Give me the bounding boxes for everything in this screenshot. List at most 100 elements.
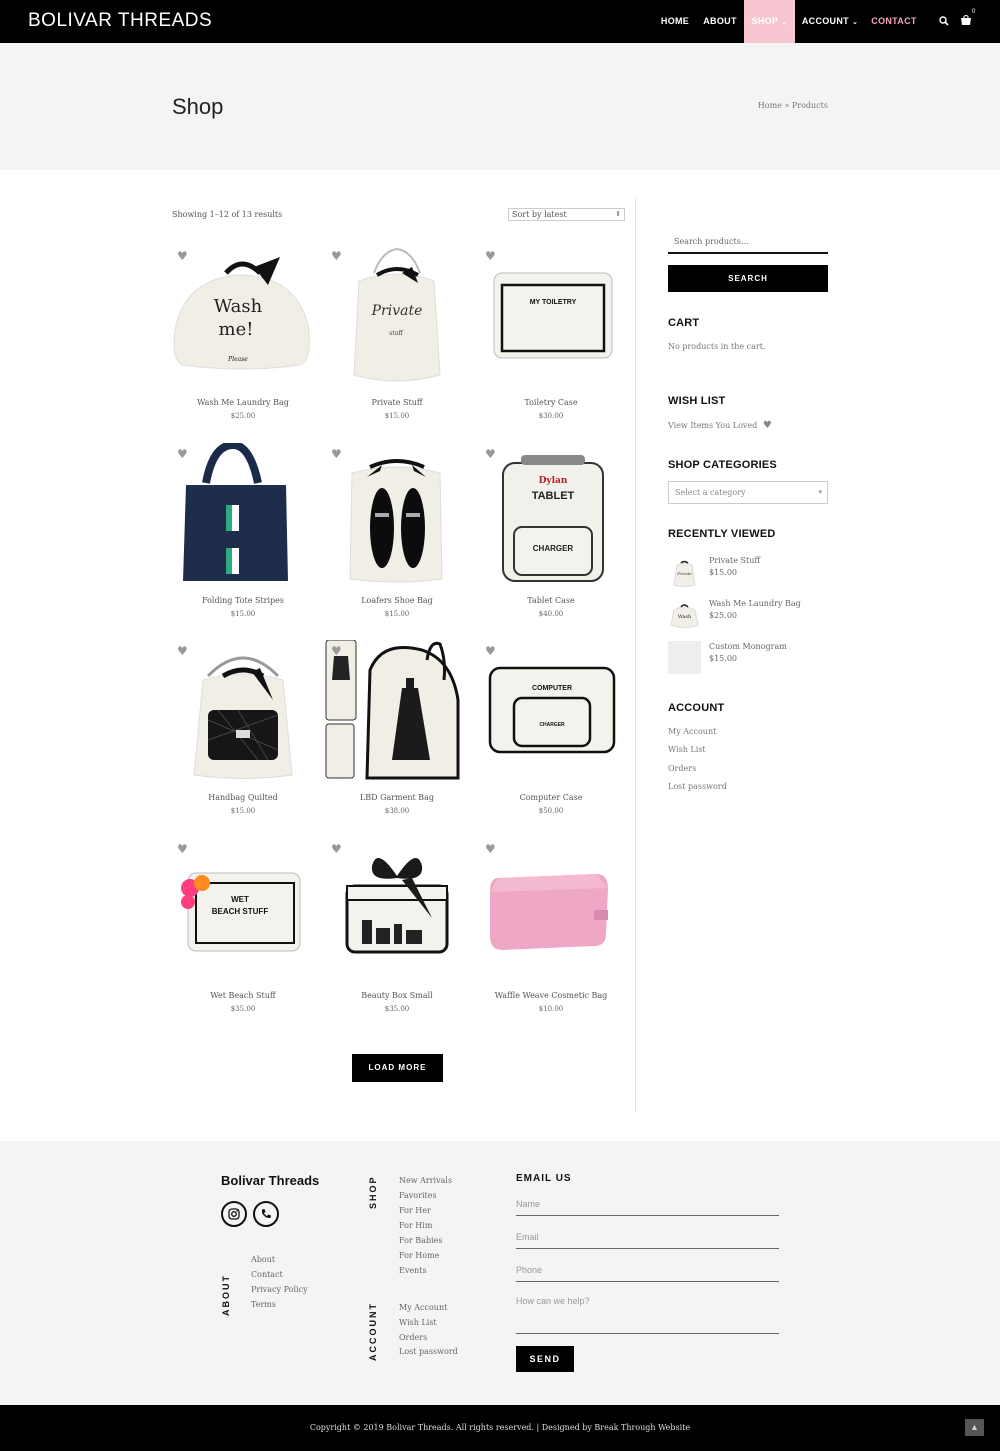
nav-about[interactable]: ABOUT <box>700 0 740 43</box>
name-field[interactable]: Name <box>516 1199 779 1216</box>
wishlist-heart-icon[interactable]: ♥ <box>485 842 496 856</box>
wishlist-heart-icon[interactable]: ♥ <box>177 644 188 658</box>
recent-thumb-private-stuff[interactable]: Private <box>668 555 701 588</box>
product-name[interactable]: LBD Garment Bag <box>322 793 472 802</box>
product-image[interactable] <box>476 838 626 983</box>
wishlist-heart-icon[interactable]: ♥ <box>177 249 188 263</box>
recent-item-name[interactable]: Custom Monogram <box>709 642 787 651</box>
product-image[interactable]: WET BEACH STUFF <box>168 838 318 983</box>
account-link-my-account[interactable]: My Account <box>668 727 716 736</box>
svg-text:Private: Private <box>371 303 423 319</box>
product-image[interactable] <box>322 640 472 785</box>
wishlist-heart-icon[interactable]: ♥ <box>485 447 496 461</box>
account-link-orders[interactable]: Orders <box>668 764 696 773</box>
instagram-icon[interactable] <box>221 1201 247 1227</box>
product-image[interactable] <box>322 443 472 588</box>
footer-link-contact[interactable]: Contact <box>251 1270 283 1279</box>
product-image[interactable]: COMPUTER CHARGER <box>476 640 626 785</box>
category-select[interactable]: Select a category <box>668 481 828 504</box>
nav-shop[interactable]: SHOP ⌄ <box>744 0 795 43</box>
recent-thumb-custom-monogram[interactable] <box>668 641 701 674</box>
footer-link-for-him[interactable]: For Him <box>399 1221 432 1230</box>
footer-link-about[interactable]: About <box>251 1255 275 1264</box>
product-image[interactable] <box>168 640 318 785</box>
recent-thumb-wash-me[interactable]: Wash <box>668 598 701 631</box>
footer-link-orders[interactable]: Orders <box>399 1333 427 1342</box>
product-image[interactable]: Washme! Please <box>168 245 318 390</box>
footer-link-wish-list[interactable]: Wish List <box>399 1318 437 1327</box>
wishlist-link[interactable]: View Items You Loved ♥ <box>668 420 772 431</box>
product-image[interactable]: MY TOILETRY <box>476 245 626 390</box>
breadcrumb[interactable]: Home » Products <box>700 101 828 110</box>
product-name[interactable]: Wash Me Laundry Bag <box>168 398 318 407</box>
wishlist-heart-icon[interactable]: ♥ <box>177 447 188 461</box>
product-name[interactable]: Folding Tote Stripes <box>168 596 318 605</box>
message-field[interactable]: How can we help? <box>516 1296 779 1334</box>
footer-link-new-arrivals[interactable]: New Arrivals <box>399 1176 452 1185</box>
site-logo[interactable]: BOLIVAR THREADS <box>28 10 212 32</box>
footer-link-for-babies[interactable]: For Babies <box>399 1236 442 1245</box>
product-price: $38.00 <box>384 807 410 815</box>
heart-icon: ♥ <box>762 420 772 431</box>
footer-link-for-home[interactable]: For Home <box>399 1251 439 1260</box>
cart-empty-text: No products in the cart. <box>668 342 766 351</box>
nav-home[interactable]: HOME <box>656 0 694 43</box>
footer-link-my-account[interactable]: My Account <box>399 1303 447 1312</box>
phone-icon[interactable] <box>253 1201 279 1227</box>
product-price: $25.00 <box>230 412 256 420</box>
product-name[interactable]: Handbag Quilted <box>168 793 318 802</box>
svg-text:WET: WET <box>231 895 249 904</box>
account-link-wish-list[interactable]: Wish List <box>668 745 706 754</box>
svg-text:Wash: Wash <box>678 614 692 620</box>
product-name[interactable]: Wet Beach Stuff <box>168 991 318 1000</box>
footer-link-privacy[interactable]: Privacy Policy <box>251 1285 308 1294</box>
footer-brand: Bolivar Threads <box>221 1173 320 1188</box>
send-button[interactable]: SEND <box>516 1346 574 1372</box>
wishlist-heart-icon[interactable]: ♥ <box>331 249 342 263</box>
wishlist-heart-icon[interactable]: ♥ <box>331 447 342 461</box>
product-image[interactable]: Private stuff <box>322 245 472 390</box>
product-name[interactable]: Computer Case <box>476 793 626 802</box>
account-link-lost-password[interactable]: Lost password <box>668 782 727 791</box>
search-icon[interactable] <box>939 16 949 26</box>
svg-text:stuff: stuff <box>389 330 403 337</box>
footer-link-terms[interactable]: Terms <box>251 1300 276 1309</box>
product-image[interactable] <box>168 443 318 588</box>
load-more-button[interactable]: LOAD MORE <box>352 1054 443 1082</box>
search-button[interactable]: SEARCH <box>668 265 828 292</box>
email-us-title: EMAIL US <box>516 1173 572 1184</box>
product-image[interactable]: Dylan TABLET CHARGER <box>476 443 626 588</box>
product-price: $30.00 <box>538 412 564 420</box>
wishlist-heart-icon[interactable]: ♥ <box>331 842 342 856</box>
product-name[interactable]: Toiletry Case <box>476 398 626 407</box>
product-name[interactable]: Tablet Case <box>476 596 626 605</box>
footer-link-for-her[interactable]: For Her <box>399 1206 431 1215</box>
wishlist-heart-icon[interactable]: ♥ <box>177 842 188 856</box>
recent-item-price: $15.00 <box>709 568 737 577</box>
cart-icon[interactable] <box>960 14 972 26</box>
footer-link-events[interactable]: Events <box>399 1266 427 1275</box>
product-name[interactable]: Beauty Box Small <box>322 991 472 1000</box>
product-search-input[interactable]: Search products… <box>668 232 828 254</box>
wishlist-heart-icon[interactable]: ♥ <box>485 249 496 263</box>
product-image[interactable] <box>322 838 472 983</box>
wishlist-heart-icon[interactable]: ♥ <box>485 644 496 658</box>
recent-item-name[interactable]: Wash Me Laundry Bag <box>709 599 801 608</box>
nav-contact[interactable]: CONTACT <box>868 0 920 43</box>
sort-select[interactable]: Sort by latest <box>508 208 625 221</box>
wishlist-heart-icon[interactable]: ♥ <box>331 644 342 658</box>
product-name[interactable]: Loafers Shoe Bag <box>322 596 472 605</box>
product-price: $10.00 <box>538 1005 564 1013</box>
footer-link-favorites[interactable]: Favorites <box>399 1191 437 1200</box>
scroll-to-top-button[interactable]: ▲ <box>965 1419 984 1436</box>
nav-account[interactable]: ACCOUNT ⌄ <box>800 0 860 43</box>
top-navigation-bar: BOLIVAR THREADS HOME ABOUT SHOP ⌄ ACCOUNT… <box>0 0 1000 43</box>
email-field[interactable]: Email <box>516 1232 779 1249</box>
phone-field[interactable]: Phone <box>516 1265 779 1282</box>
content-divider <box>635 198 636 1113</box>
recent-item-name[interactable]: Private Stuff <box>709 556 760 565</box>
product-name[interactable]: Waffle Weave Cosmetic Bag <box>476 991 626 1000</box>
recent-item-price: $15.00 <box>709 654 737 663</box>
product-name[interactable]: Private Stuff <box>322 398 472 407</box>
footer-link-lost-password[interactable]: Lost password <box>399 1347 458 1356</box>
